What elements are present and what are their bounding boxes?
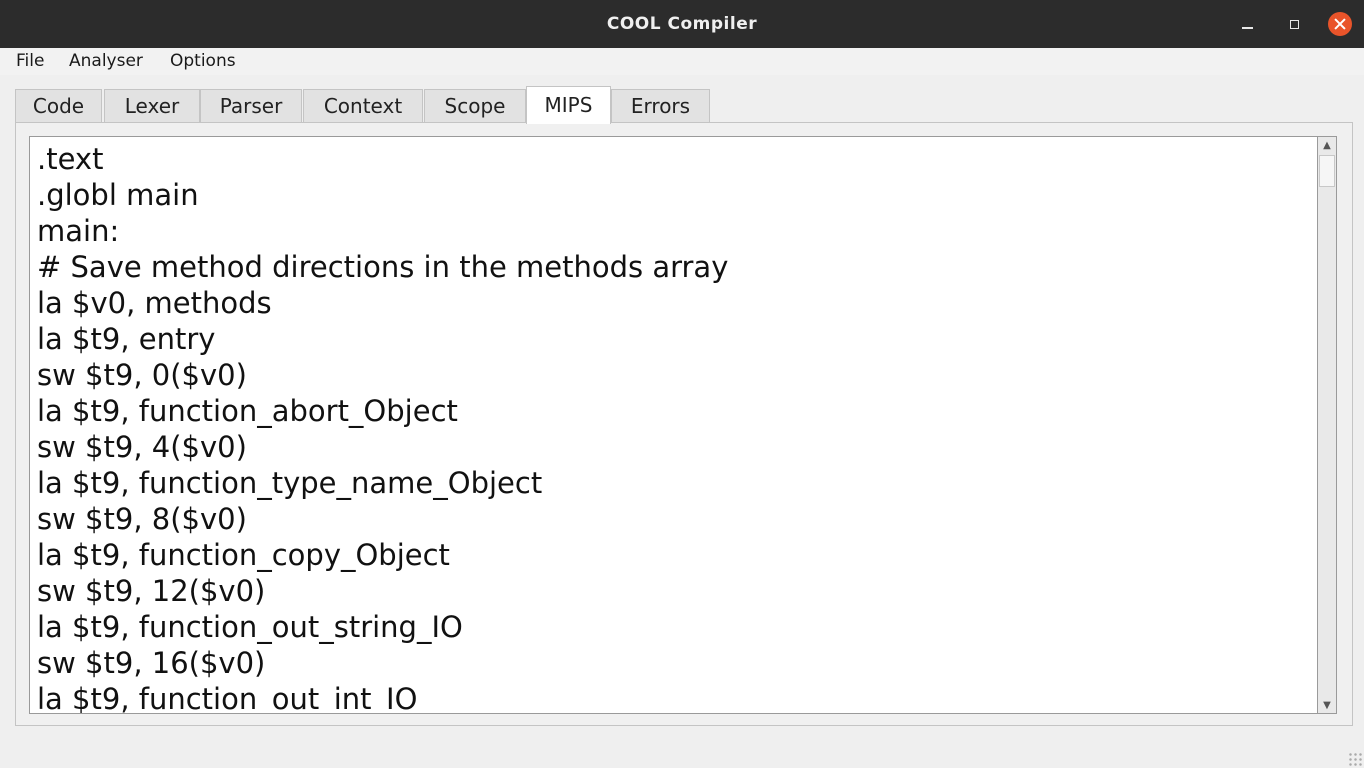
- code-line: sw $t9, 16($v0): [37, 646, 266, 680]
- code-line: la $t9, entry: [37, 322, 216, 356]
- code-line: la $t9, function_copy_Object: [37, 538, 450, 572]
- tab-lexer[interactable]: Lexer: [104, 89, 200, 123]
- close-icon: [1334, 18, 1346, 30]
- tab-parser[interactable]: Parser: [200, 89, 302, 123]
- tab-scope[interactable]: Scope: [424, 89, 526, 123]
- code-line: la $t9, function_abort_Object: [37, 394, 458, 428]
- code-line: sw $t9, 0($v0): [37, 358, 247, 392]
- code-line: # Save method directions in the methods …: [37, 250, 729, 284]
- menu-file[interactable]: File: [16, 48, 44, 75]
- minimize-button[interactable]: [1235, 12, 1259, 36]
- menu-analyser[interactable]: Analyser: [69, 48, 143, 75]
- tab-mips[interactable]: MIPS: [526, 86, 611, 124]
- code-line: la $t9, function_out_int_IO: [37, 682, 418, 714]
- code-line: la $t9, function_type_name_Object: [37, 466, 543, 500]
- code-line: .text: [37, 142, 104, 176]
- code-line: .globl main: [37, 178, 199, 212]
- window-title: COOL Compiler: [606, 14, 758, 34]
- title-bar: COOL Compiler: [0, 0, 1364, 48]
- scrollbar-thumb[interactable]: [1319, 155, 1335, 187]
- resize-grip-icon[interactable]: [1348, 752, 1362, 766]
- mips-code-editor[interactable]: .text .globl main main: # Save method di…: [29, 136, 1317, 714]
- tab-context[interactable]: Context: [303, 89, 423, 123]
- scroll-down-arrow-icon[interactable]: ▼: [1318, 697, 1336, 713]
- menu-options[interactable]: Options: [170, 48, 236, 75]
- code-line: main:: [37, 214, 120, 248]
- vertical-scrollbar[interactable]: ▲ ▼: [1317, 136, 1337, 714]
- minimize-icon: [1241, 27, 1253, 29]
- scroll-up-arrow-icon[interactable]: ▲: [1318, 137, 1336, 153]
- code-line: sw $t9, 12($v0): [37, 574, 266, 608]
- menu-bar: File Analyser Options: [0, 48, 1364, 75]
- code-line: la $v0, methods: [37, 286, 272, 320]
- tab-code[interactable]: Code: [15, 89, 102, 123]
- code-line: sw $t9, 8($v0): [37, 502, 247, 536]
- maximize-button[interactable]: [1282, 12, 1306, 36]
- close-button[interactable]: [1328, 12, 1352, 36]
- tab-errors[interactable]: Errors: [611, 89, 710, 123]
- maximize-icon: [1289, 19, 1299, 29]
- code-line: sw $t9, 4($v0): [37, 430, 247, 464]
- code-line: la $t9, function_out_string_IO: [37, 610, 463, 644]
